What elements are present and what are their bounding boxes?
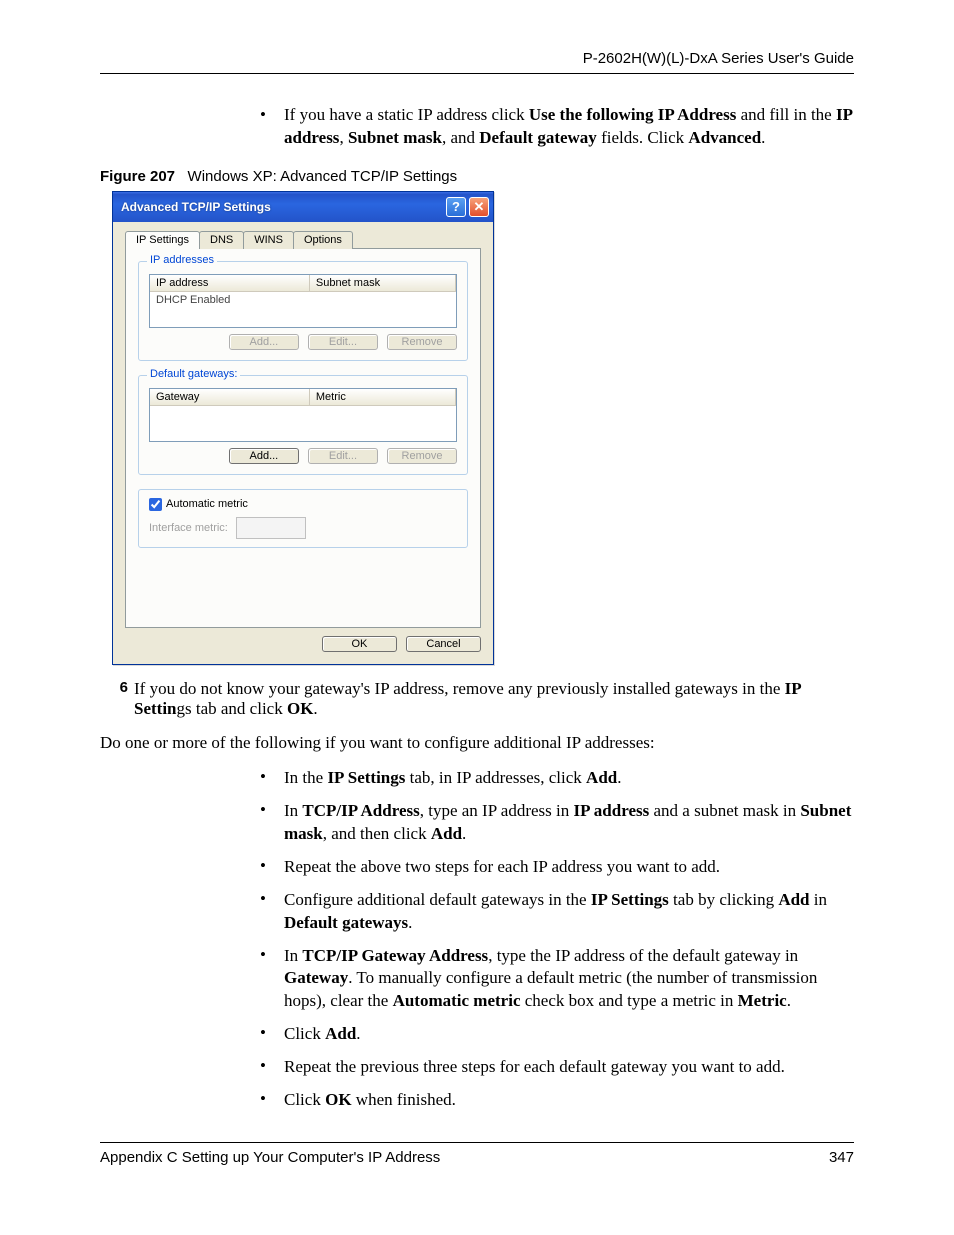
step-text: If you do not know your gateway's IP add… (134, 679, 854, 719)
ip-edit-button: Edit... (308, 334, 378, 350)
tab-ip-settings[interactable]: IP Settings (125, 231, 200, 249)
automatic-metric-label: Automatic metric (166, 498, 248, 510)
group-ip-addresses: IP addresses IP address Subnet mask DHCP… (138, 261, 468, 361)
step-number: 6 (100, 679, 128, 719)
gw-add-button[interactable]: Add... (229, 448, 299, 464)
list-item: Configure additional default gateways in… (284, 889, 854, 935)
col-ip-address[interactable]: IP address (150, 275, 310, 292)
list-item: Click OK when finished. (284, 1089, 854, 1112)
tab-dns[interactable]: DNS (199, 231, 244, 249)
page-header: P-2602H(W)(L)-DxA Series User's Guide (100, 50, 854, 74)
figure-caption: Figure 207 Windows XP: Advanced TCP/IP S… (100, 168, 854, 185)
intro-bullet: If you have a static IP address click Us… (284, 104, 854, 150)
group-label: Default gateways: (147, 368, 240, 380)
xp-dialog: Advanced TCP/IP Settings ? ✕ IP Settings… (112, 191, 494, 665)
footer-left: Appendix C Setting up Your Computer's IP… (100, 1149, 440, 1166)
tab-wins[interactable]: WINS (243, 231, 294, 249)
close-icon[interactable]: ✕ (469, 197, 489, 217)
list-item: Repeat the previous three steps for each… (284, 1056, 854, 1079)
list-item: In TCP/IP Gateway Address, type the IP a… (284, 945, 854, 1014)
interface-metric-field (236, 517, 306, 539)
page-footer: Appendix C Setting up Your Computer's IP… (100, 1142, 854, 1166)
group-metric: Automatic metric Interface metric: (138, 489, 468, 548)
group-default-gateways: Default gateways: Gateway Metric Add... … (138, 375, 468, 475)
list-item: In the IP Settings tab, in IP addresses,… (284, 767, 854, 790)
bullet-dot: • (260, 104, 284, 150)
list-item: Click Add. (284, 1023, 854, 1046)
interface-metric-label: Interface metric: (149, 522, 228, 534)
tab-options[interactable]: Options (293, 231, 353, 249)
help-icon[interactable]: ? (446, 197, 466, 217)
cancel-button[interactable]: Cancel (406, 636, 481, 652)
col-metric[interactable]: Metric (310, 389, 456, 406)
gw-remove-button: Remove (387, 448, 457, 464)
ok-button[interactable]: OK (322, 636, 397, 652)
gw-edit-button: Edit... (308, 448, 378, 464)
col-subnet-mask[interactable]: Subnet mask (310, 275, 456, 292)
paragraph: Do one or more of the following if you w… (100, 733, 854, 753)
list-item: Repeat the above two steps for each IP a… (284, 856, 854, 879)
group-label: IP addresses (147, 254, 217, 266)
list-item[interactable]: DHCP Enabled (150, 292, 456, 308)
gateway-list[interactable]: Gateway Metric (149, 388, 457, 442)
col-gateway[interactable]: Gateway (150, 389, 310, 406)
list-item: In TCP/IP Address, type an IP address in… (284, 800, 854, 846)
titlebar[interactable]: Advanced TCP/IP Settings ? ✕ (113, 192, 493, 222)
automatic-metric-input[interactable] (149, 498, 162, 511)
ip-list[interactable]: IP address Subnet mask DHCP Enabled (149, 274, 457, 328)
ip-remove-button: Remove (387, 334, 457, 350)
automatic-metric-checkbox[interactable]: Automatic metric (149, 498, 457, 511)
ip-add-button: Add... (229, 334, 299, 350)
dialog-title: Advanced TCP/IP Settings (121, 200, 271, 214)
footer-right: 347 (829, 1149, 854, 1166)
